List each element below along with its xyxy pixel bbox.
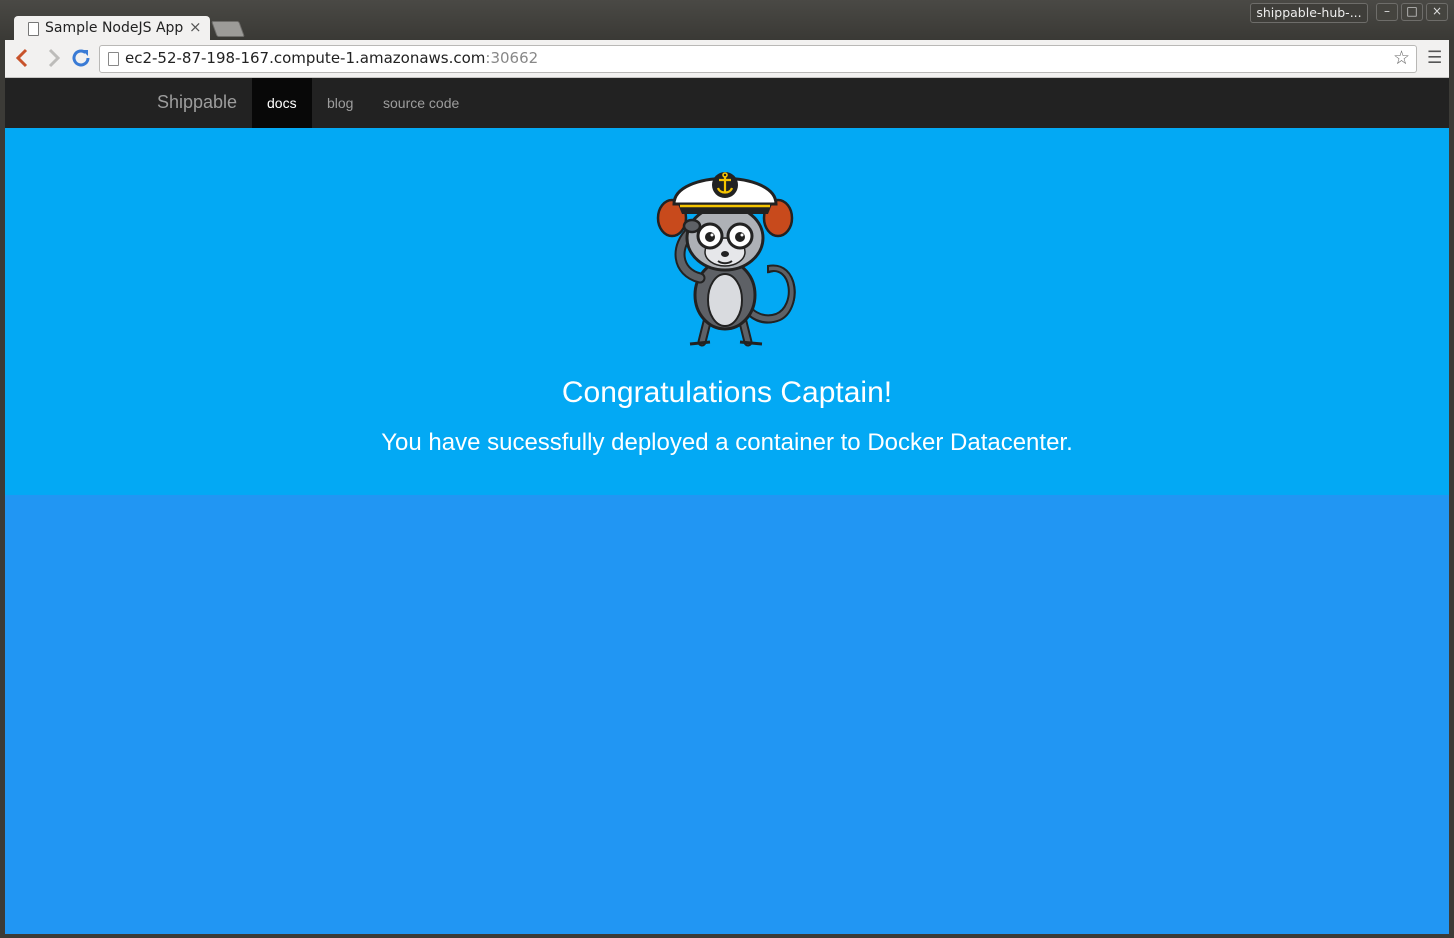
chevron-right-icon — [48, 48, 61, 68]
star-icon[interactable]: ☆ — [1393, 47, 1410, 69]
new-tab-button[interactable] — [211, 21, 245, 37]
hamburger-menu-icon[interactable]: ☰ — [1427, 49, 1442, 67]
address-bar[interactable]: ec2-52-87-198-167.compute-1.amazonaws.co… — [99, 45, 1417, 73]
url-port: :30662 — [485, 49, 539, 67]
url-text: ec2-52-87-198-167.compute-1.amazonaws.co… — [125, 49, 538, 67]
browser-tab[interactable]: Sample NodeJS App × — [14, 16, 210, 42]
forward-button[interactable] — [41, 46, 65, 70]
reload-icon — [72, 49, 90, 67]
nav-item-docs[interactable]: docs — [252, 78, 312, 128]
back-button[interactable] — [11, 46, 35, 70]
close-window-button[interactable]: × — [1426, 3, 1448, 21]
navbar-brand[interactable]: Shippable — [157, 92, 237, 113]
minimize-button[interactable]: – — [1376, 3, 1398, 21]
page-icon — [28, 22, 39, 36]
url-host: ec2-52-87-198-167.compute-1.amazonaws.co… — [125, 49, 486, 67]
hero-section: Congratulations Captain! You have sucess… — [5, 128, 1449, 495]
browser-titlebar: Sample NodeJS App × shippable-hub-... – … — [0, 0, 1454, 42]
nav-item-source-code[interactable]: source code — [368, 78, 474, 128]
hero-title: Congratulations Captain! — [561, 376, 893, 409]
top-navbar: Shippable docs blog source code — [5, 78, 1449, 129]
maximize-button[interactable]: □ — [1401, 3, 1423, 21]
reload-button[interactable] — [69, 46, 93, 70]
tab-title: Sample NodeJS App — [45, 20, 184, 36]
nav-item-blog[interactable]: blog — [312, 78, 368, 128]
page-icon — [108, 52, 119, 66]
page-viewport: Shippable docs blog source code Congratu… — [5, 78, 1449, 934]
tab-close-icon[interactable]: × — [189, 18, 202, 36]
captain-mascot-image — [656, 172, 796, 347]
browser-toolbar: ec2-52-87-198-167.compute-1.amazonaws.co… — [5, 40, 1449, 78]
chevron-left-icon — [15, 48, 28, 68]
profile-button[interactable]: shippable-hub-... — [1250, 3, 1368, 23]
hero-subtitle: You have sucessfully deployed a containe… — [381, 429, 1073, 456]
